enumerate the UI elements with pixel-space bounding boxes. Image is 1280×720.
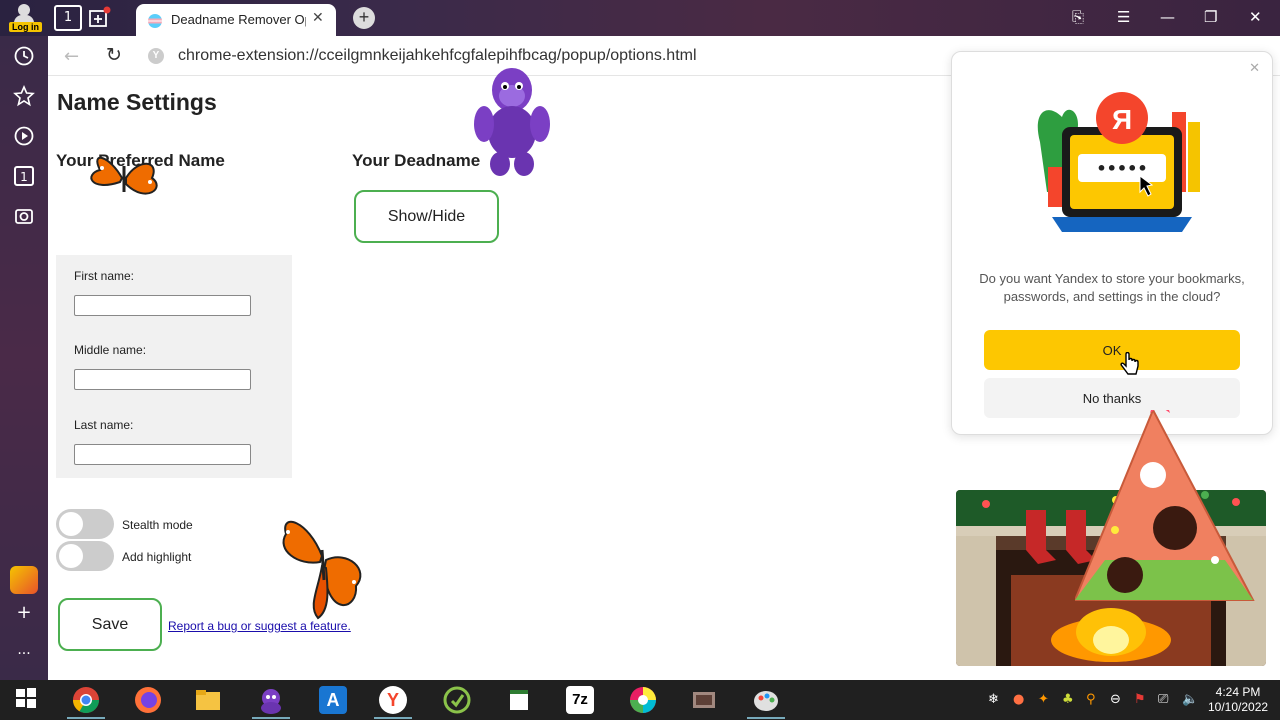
tray-minus-icon[interactable]: ⊖ bbox=[1110, 692, 1121, 707]
hand-cursor-icon bbox=[1120, 351, 1140, 383]
minimize-icon[interactable]: — bbox=[1160, 8, 1175, 26]
middle-name-label: Middle name: bbox=[74, 343, 147, 357]
butterfly-decoration bbox=[80, 148, 168, 215]
notepad-icon[interactable] bbox=[505, 686, 533, 714]
name-form: First name: Middle name: Last name: bbox=[56, 255, 292, 478]
snowflake-tray-icon[interactable]: ❄ bbox=[988, 692, 999, 707]
first-name-label: First name: bbox=[74, 269, 135, 283]
page-title: Name Settings bbox=[57, 89, 217, 115]
tray-app-icon[interactable]: ⚑ bbox=[1134, 692, 1146, 707]
green-app-icon[interactable] bbox=[443, 686, 471, 714]
active-indicator bbox=[747, 717, 785, 719]
stealth-mode-toggle[interactable] bbox=[56, 509, 114, 539]
restore-icon[interactable]: ❐ bbox=[1204, 8, 1217, 26]
yandex-browser-icon[interactable]: Y bbox=[379, 686, 407, 714]
last-name-input[interactable] bbox=[74, 444, 251, 465]
new-tab-group-icon[interactable] bbox=[88, 6, 112, 30]
color-wheel-app-icon[interactable] bbox=[629, 686, 657, 714]
bonzi-icon[interactable] bbox=[257, 686, 285, 714]
last-name-label: Last name: bbox=[74, 418, 134, 432]
firefox-icon[interactable] bbox=[134, 686, 162, 714]
butterfly-decoration bbox=[278, 510, 370, 627]
browser-sidebar: 1 + ··· bbox=[0, 36, 48, 680]
toggle-knob bbox=[59, 544, 83, 568]
popup-message: Do you want Yandex to store your bookmar… bbox=[979, 271, 1245, 304]
trans-flag-icon bbox=[148, 14, 162, 28]
browser-tab[interactable]: Deadname Remover Op ✕ bbox=[136, 4, 336, 36]
toggle-knob bbox=[59, 512, 83, 536]
title-bar: Log in 1 Deadname Remover Op ✕ + ⎘ ☰ — ❐… bbox=[0, 0, 1280, 36]
game-app-icon[interactable] bbox=[690, 686, 718, 714]
windows-start-icon[interactable] bbox=[12, 686, 40, 714]
tab-title: Deadname Remover Op bbox=[171, 12, 306, 27]
login-button[interactable]: Log in bbox=[6, 2, 42, 34]
url-field[interactable]: chrome-extension://cceilgmnkeijahkehfcgf… bbox=[178, 47, 697, 65]
media-play-icon[interactable] bbox=[13, 125, 35, 147]
history-icon[interactable] bbox=[13, 45, 35, 67]
more-icon[interactable]: ··· bbox=[13, 646, 35, 668]
screenshot-icon[interactable] bbox=[13, 205, 35, 227]
search-tray-icon[interactable]: ⚲ bbox=[1086, 692, 1096, 707]
save-button[interactable]: Save bbox=[58, 598, 162, 651]
close-window-icon[interactable]: ✕ bbox=[1249, 8, 1262, 26]
file-explorer-icon[interactable] bbox=[194, 686, 222, 714]
ok-button[interactable]: OK bbox=[984, 330, 1240, 370]
active-indicator bbox=[374, 717, 412, 719]
deadname-heading: Your Deadname bbox=[352, 151, 481, 170]
site-info-icon[interactable]: Y bbox=[148, 48, 164, 64]
add-highlight-toggle[interactable] bbox=[56, 541, 114, 571]
app-store-icon[interactable]: A bbox=[319, 686, 347, 714]
add-panel-icon[interactable]: + bbox=[13, 602, 35, 624]
laptop-illustration: ••••• Я bbox=[1022, 72, 1207, 242]
chrome-icon[interactable] bbox=[72, 686, 100, 714]
tray-app-icon[interactable]: ♣ bbox=[1062, 692, 1074, 707]
clock-date: 10/10/2022 bbox=[1208, 700, 1269, 714]
taskbar: A Y 7z ❄ ● ✦ ♣ ⚲ ⊖ ⚑ ⎚ 🔈 4:24 PM 10/10/2… bbox=[0, 680, 1280, 720]
active-indicator bbox=[67, 717, 105, 719]
paint-app-icon[interactable] bbox=[752, 686, 780, 714]
middle-name-input[interactable] bbox=[74, 369, 251, 390]
menu-icon[interactable]: ☰ bbox=[1117, 8, 1130, 26]
clock-time: 4:24 PM bbox=[1215, 685, 1261, 699]
stealth-mode-label: Stealth mode bbox=[122, 518, 193, 532]
yandex-sync-popup: ✕ ••••• Я Do you want Yandex to store yo… bbox=[951, 51, 1273, 435]
butterfly-tray-icon[interactable]: ✦ bbox=[1038, 692, 1049, 707]
mail-app-icon[interactable] bbox=[10, 566, 38, 594]
first-name-input[interactable] bbox=[74, 295, 251, 316]
home-tab-icon[interactable]: 1 bbox=[54, 5, 82, 31]
add-highlight-label: Add highlight bbox=[122, 550, 192, 564]
volume-icon[interactable]: 🔈 bbox=[1182, 692, 1198, 707]
network-icon[interactable]: ⎚ bbox=[1158, 692, 1168, 707]
new-tab-button[interactable]: + bbox=[353, 7, 375, 29]
christmas-tree-decoration bbox=[1073, 382, 1255, 615]
popup-close-icon[interactable]: ✕ bbox=[1249, 60, 1260, 76]
favorites-icon[interactable] bbox=[13, 84, 35, 107]
active-indicator bbox=[252, 717, 290, 719]
tray-app-icon[interactable]: ● bbox=[1013, 692, 1024, 707]
7zip-icon[interactable]: 7z bbox=[566, 686, 594, 714]
bookmarks-icon[interactable]: ⎘ bbox=[1072, 8, 1084, 26]
password-dots: ••••• bbox=[1096, 159, 1147, 178]
back-icon[interactable]: ← bbox=[64, 46, 79, 67]
show-hide-button[interactable]: Show/Hide bbox=[354, 190, 499, 243]
tab-counter-icon[interactable]: 1 bbox=[14, 166, 34, 186]
login-label: Log in bbox=[9, 22, 42, 32]
tab-close-icon[interactable]: ✕ bbox=[312, 9, 324, 26]
purple-gorilla-decoration bbox=[470, 60, 554, 178]
reload-icon[interactable]: ↻ bbox=[106, 44, 122, 66]
yandex-logo-letter: Я bbox=[1112, 104, 1132, 135]
system-clock[interactable]: 4:24 PM 10/10/2022 bbox=[1208, 685, 1268, 715]
